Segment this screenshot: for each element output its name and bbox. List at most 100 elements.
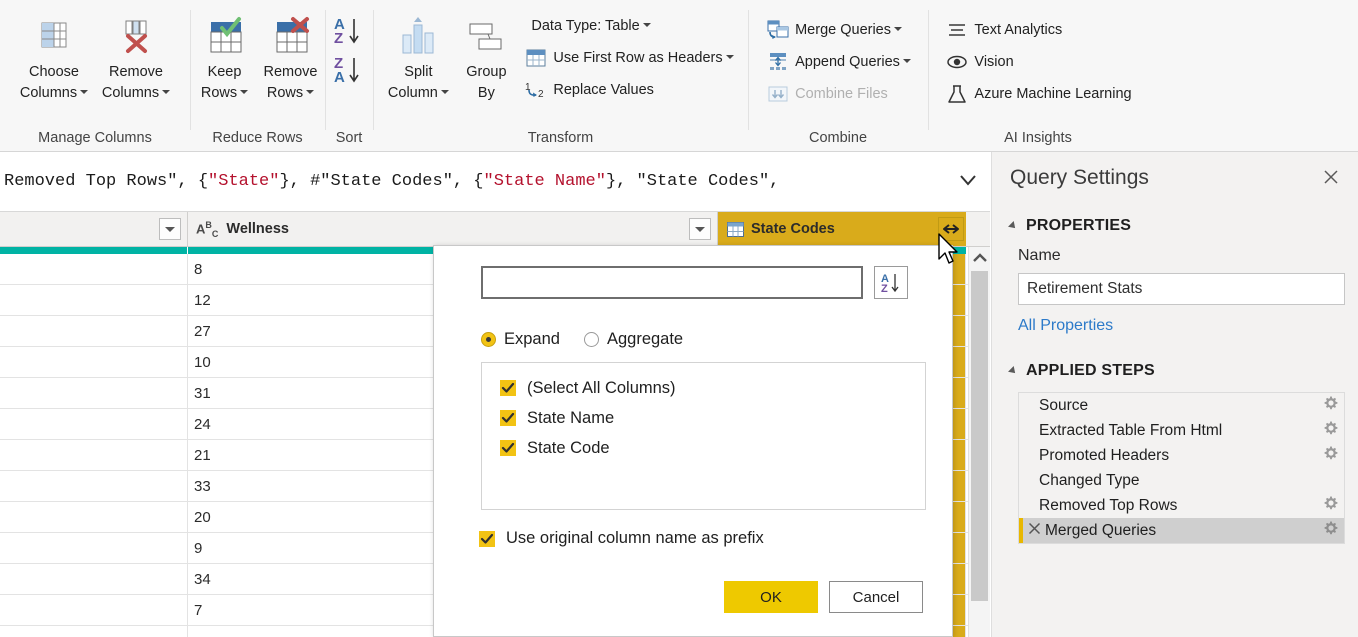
formula-segment: Removed Top Rows", { xyxy=(4,172,209,191)
chevron-down-icon[interactable] xyxy=(162,90,171,95)
merge-queries-icon xyxy=(765,19,791,41)
keep-rows-label-line1: Keep xyxy=(207,64,242,80)
list-item-label: State Name xyxy=(527,408,615,427)
table-icon xyxy=(727,221,744,237)
use-first-row-as-headers-button[interactable]: Use First Row as Headers xyxy=(517,42,739,74)
chevron-down-icon[interactable] xyxy=(725,55,734,59)
vision-button[interactable]: Vision xyxy=(938,46,1137,78)
column-header-blank[interactable] xyxy=(0,212,188,246)
replace-values-icon: 1 2 xyxy=(523,80,549,100)
sort-az-icon[interactable]: A Z xyxy=(874,266,908,299)
choose-columns-label-line1: Choose xyxy=(29,64,79,80)
svg-text:2: 2 xyxy=(538,89,544,100)
column-header-state-codes[interactable]: State Codes xyxy=(718,212,966,246)
applied-step-promoted-headers[interactable]: Promoted Headers xyxy=(1019,443,1344,468)
cancel-button[interactable]: Cancel xyxy=(829,581,923,613)
keep-rows-button[interactable]: Keep Rows xyxy=(192,8,258,102)
use-original-column-name-as-prefix-option[interactable]: Use original column name as prefix xyxy=(479,529,928,548)
list-item[interactable]: (Select All Columns) xyxy=(500,373,925,403)
chevron-down-icon[interactable] xyxy=(240,90,249,95)
scrollbar-thumb[interactable] xyxy=(971,271,988,601)
applied-step-source[interactable]: Source xyxy=(1019,393,1344,418)
replace-values-button[interactable]: 1 2 Replace Values xyxy=(517,74,739,106)
formula-segment: }, "State Codes", xyxy=(605,172,780,191)
sort-ascending-icon[interactable]: A Z xyxy=(330,14,368,53)
split-column-button[interactable]: Split Column xyxy=(381,8,455,102)
ribbon-group-label: AI Insights xyxy=(1004,130,1072,146)
formula-segment: }, #"State Codes", { xyxy=(279,172,484,191)
chevron-down-icon[interactable] xyxy=(902,59,911,63)
applied-step-merged-queries[interactable]: Merged Queries xyxy=(1019,518,1344,543)
scroll-up-chevron-icon[interactable] xyxy=(969,247,990,269)
column-filter-dropdown-blank[interactable] xyxy=(159,218,181,240)
applied-step-removed-top-rows[interactable]: Removed Top Rows xyxy=(1019,493,1344,518)
formula-bar[interactable]: Removed Top Rows", {"State"}, #"State Co… xyxy=(0,152,990,212)
delete-step-icon[interactable] xyxy=(1023,522,1045,540)
properties-section-header[interactable]: PROPERTIES xyxy=(1008,217,1342,235)
formula-segment-string: "State" xyxy=(208,172,280,191)
gear-icon[interactable] xyxy=(1318,496,1344,515)
list-item[interactable]: State Name xyxy=(500,403,925,433)
azure-machine-learning-button[interactable]: Azure Machine Learning xyxy=(938,78,1137,110)
expand-aggregate-radio-group: Expand Aggregate xyxy=(481,330,928,349)
ok-button[interactable]: OK xyxy=(724,581,818,613)
chevron-down-icon[interactable] xyxy=(642,23,651,27)
gear-icon[interactable] xyxy=(1318,421,1344,440)
search-input[interactable] xyxy=(481,266,863,299)
applied-step-label: Removed Top Rows xyxy=(1039,496,1178,514)
cell-col0 xyxy=(0,254,188,284)
sort-descending-icon[interactable]: Z A xyxy=(330,53,368,92)
data-type-label: Data Type: Table xyxy=(531,18,640,34)
collapse-triangle-icon xyxy=(1008,221,1018,231)
checkbox-checked-icon[interactable] xyxy=(500,440,516,456)
query-settings-header: Query Settings xyxy=(1010,166,1342,190)
merge-queries-button[interactable]: Merge Queries xyxy=(759,14,917,46)
ribbon-group-label: Combine xyxy=(808,130,868,146)
radio-aggregate[interactable]: Aggregate xyxy=(583,330,683,349)
formula-bar-text[interactable]: Removed Top Rows", {"State"}, #"State Co… xyxy=(0,172,946,191)
applied-steps-section-header[interactable]: APPLIED STEPS xyxy=(1008,362,1342,380)
chevron-down-icon[interactable] xyxy=(306,90,315,95)
chevron-down-icon[interactable] xyxy=(80,90,89,95)
expand-column-icon[interactable] xyxy=(938,217,964,241)
formula-bar-expand-chevron-icon[interactable] xyxy=(946,171,990,193)
list-item-label: (Select All Columns) xyxy=(527,378,676,397)
properties-section-label: PROPERTIES xyxy=(1026,217,1132,234)
cell-col0 xyxy=(0,502,188,532)
gear-icon[interactable] xyxy=(1318,521,1344,540)
remove-columns-label-line2: Columns xyxy=(102,84,171,102)
applied-step-extracted-table-from-html[interactable]: Extracted Table From Html xyxy=(1019,418,1344,443)
query-name-input[interactable] xyxy=(1018,273,1345,305)
gear-icon[interactable] xyxy=(1318,396,1344,415)
all-properties-link[interactable]: All Properties xyxy=(1018,317,1342,335)
remove-rows-button[interactable]: Remove Rows xyxy=(258,8,324,102)
ribbon-group-label: Sort xyxy=(335,130,363,146)
append-queries-button[interactable]: Append Queries xyxy=(759,46,917,78)
expand-column-dialog: A Z Expand Aggregate (Select All Columns… xyxy=(433,245,953,637)
remove-columns-button[interactable]: Remove Columns xyxy=(95,8,177,102)
radio-expand[interactable]: Expand xyxy=(481,330,560,349)
checkbox-checked-icon[interactable] xyxy=(500,410,516,426)
data-grid-vertical-scrollbar[interactable] xyxy=(968,247,990,637)
svg-text:Z: Z xyxy=(881,283,888,295)
choose-columns-button[interactable]: Choose Columns xyxy=(13,8,95,102)
ribbon-group-ai-insights: Text Analytics Vision Azure Machine Lear… xyxy=(928,0,1148,152)
chevron-down-icon[interactable] xyxy=(894,27,902,31)
cell-col0 xyxy=(0,564,188,594)
cell-col0 xyxy=(0,347,188,377)
text-analytics-button[interactable]: Text Analytics xyxy=(938,14,1137,46)
ribbon-group-label: Transform xyxy=(527,130,594,146)
cell-col0 xyxy=(0,316,188,346)
checkbox-checked-icon[interactable] xyxy=(479,530,495,547)
column-filter-dropdown-wellness[interactable] xyxy=(689,218,711,240)
checkbox-checked-icon[interactable] xyxy=(500,380,516,396)
column-header-wellness[interactable]: ABC Wellness xyxy=(188,212,718,246)
applied-step-changed-type[interactable]: Changed Type xyxy=(1019,468,1344,493)
group-by-button[interactable]: Group By xyxy=(455,8,517,102)
list-item[interactable]: State Code xyxy=(500,433,925,463)
formula-segment-string: "State Name" xyxy=(483,172,606,191)
data-type-button[interactable]: Data Type: Table xyxy=(517,10,739,42)
gear-icon[interactable] xyxy=(1318,446,1344,465)
close-icon[interactable] xyxy=(1320,166,1342,188)
chevron-down-icon[interactable] xyxy=(440,90,449,95)
